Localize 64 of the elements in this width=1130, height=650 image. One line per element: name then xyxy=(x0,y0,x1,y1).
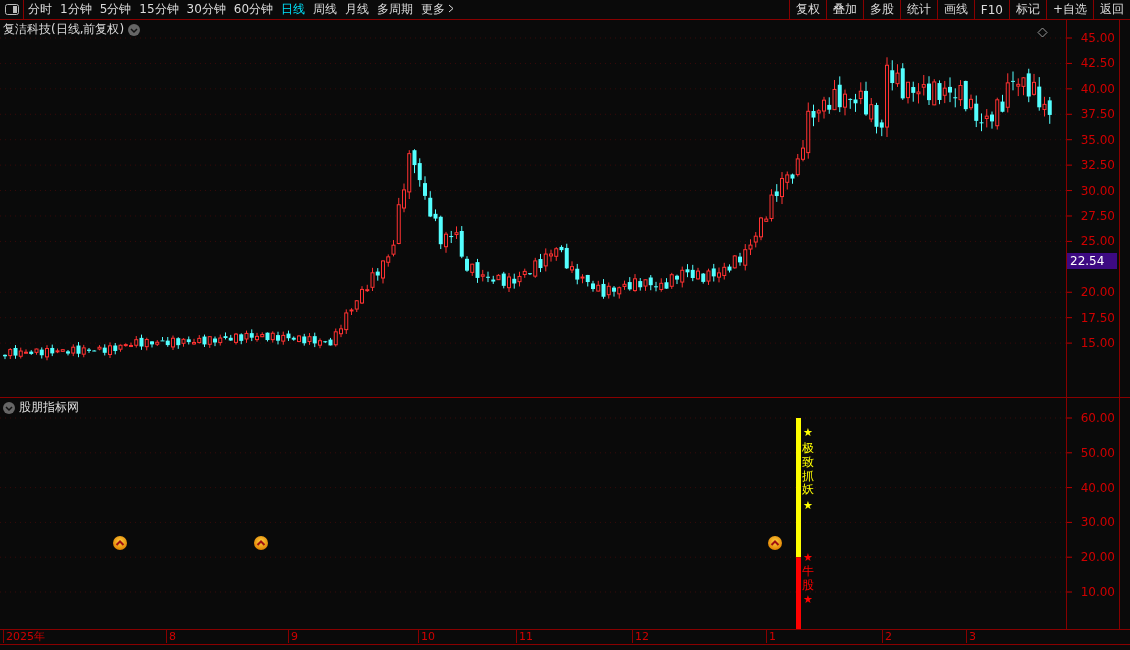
toolbar-button[interactable]: 多股 xyxy=(862,0,900,19)
dropdown-icon[interactable] xyxy=(3,401,15,414)
period-tab[interactable]: 日线 xyxy=(277,0,310,19)
toolbar-button[interactable]: +自选 xyxy=(1045,0,1093,19)
dropdown-icon[interactable] xyxy=(128,23,141,36)
axis-label: 37.50 xyxy=(1080,107,1115,122)
date-label: 11 xyxy=(516,630,533,643)
date-label: 3 xyxy=(966,630,976,643)
signal-icon xyxy=(768,536,782,551)
date-label: 8 xyxy=(166,630,176,643)
period-tab[interactable]: 30分钟 xyxy=(182,0,230,19)
toolbar-button[interactable]: 画线 xyxy=(936,0,974,19)
period-tab[interactable]: 5分钟 xyxy=(95,0,136,19)
period-tab[interactable]: 60分钟 xyxy=(229,0,278,19)
star-mark: ★ xyxy=(803,426,813,440)
diamond-icon[interactable] xyxy=(1037,27,1048,38)
period-tab[interactable]: 多周期 xyxy=(373,0,418,19)
toolbar-button[interactable]: 标记 xyxy=(1008,0,1046,19)
indicator-title: 股朋指标网 xyxy=(19,399,79,416)
star-mark: ★ xyxy=(803,551,813,565)
price-tag: 22.54 xyxy=(1067,252,1117,269)
period-tab[interactable]: 1分钟 xyxy=(56,0,96,19)
signal-icon xyxy=(113,536,127,551)
date-label: 9 xyxy=(288,630,298,643)
axis-label: 15.00 xyxy=(1080,336,1115,351)
axis-label: 30.00 xyxy=(1080,183,1115,198)
star-mark: ★ xyxy=(803,499,813,514)
toolbar-button[interactable]: 统计 xyxy=(899,0,937,19)
axis-label: 20.00 xyxy=(1080,550,1115,565)
axis-label: 27.50 xyxy=(1080,209,1115,223)
chevron-right-icon xyxy=(448,4,455,13)
panel-icon xyxy=(4,4,19,15)
star-mark: ★ xyxy=(803,592,813,607)
more-button[interactable]: 更多 xyxy=(417,0,459,19)
date-label: 1 xyxy=(766,630,776,643)
axis-label: 20.00 xyxy=(1080,285,1115,300)
period-tab[interactable]: 分时 xyxy=(24,0,56,19)
axis-label: 10.00 xyxy=(1080,585,1115,599)
axis-label: 30.00 xyxy=(1080,515,1115,530)
axis-label: 40.00 xyxy=(1080,480,1115,495)
signal-icon xyxy=(254,536,268,551)
axis-label: 32.50 xyxy=(1080,158,1115,173)
period-tab[interactable]: 周线 xyxy=(309,0,342,19)
axis-label: 25.00 xyxy=(1080,234,1115,249)
toolbar-button[interactable]: 复权 xyxy=(788,0,826,19)
period-tab[interactable]: 15分钟 xyxy=(135,0,183,19)
axis-label: 35.00 xyxy=(1080,132,1115,147)
date-label: 12 xyxy=(632,630,649,643)
axis-label: 45.00 xyxy=(1080,31,1115,45)
axis-label: 17.50 xyxy=(1080,310,1115,325)
date-label: 2 xyxy=(882,630,892,643)
axis-label: 50.00 xyxy=(1080,445,1115,460)
period-tab[interactable]: 月线 xyxy=(341,0,374,19)
signal-text: 极致抓妖 xyxy=(802,442,814,498)
date-label: 2025年 xyxy=(3,630,45,643)
axis-label: 60.00 xyxy=(1080,411,1115,425)
date-label: 10 xyxy=(418,630,435,643)
signal-text: 牛股 xyxy=(802,565,814,593)
axis-label: 40.00 xyxy=(1080,81,1115,96)
axis-label: 42.50 xyxy=(1080,56,1115,71)
chart-title: 复洁科技(日线,前复权) xyxy=(3,21,125,38)
toolbar-button[interactable]: 返回 xyxy=(1093,0,1130,19)
toolbar-button[interactable]: F10 xyxy=(973,0,1009,19)
toolbar-button[interactable]: 叠加 xyxy=(825,0,863,19)
